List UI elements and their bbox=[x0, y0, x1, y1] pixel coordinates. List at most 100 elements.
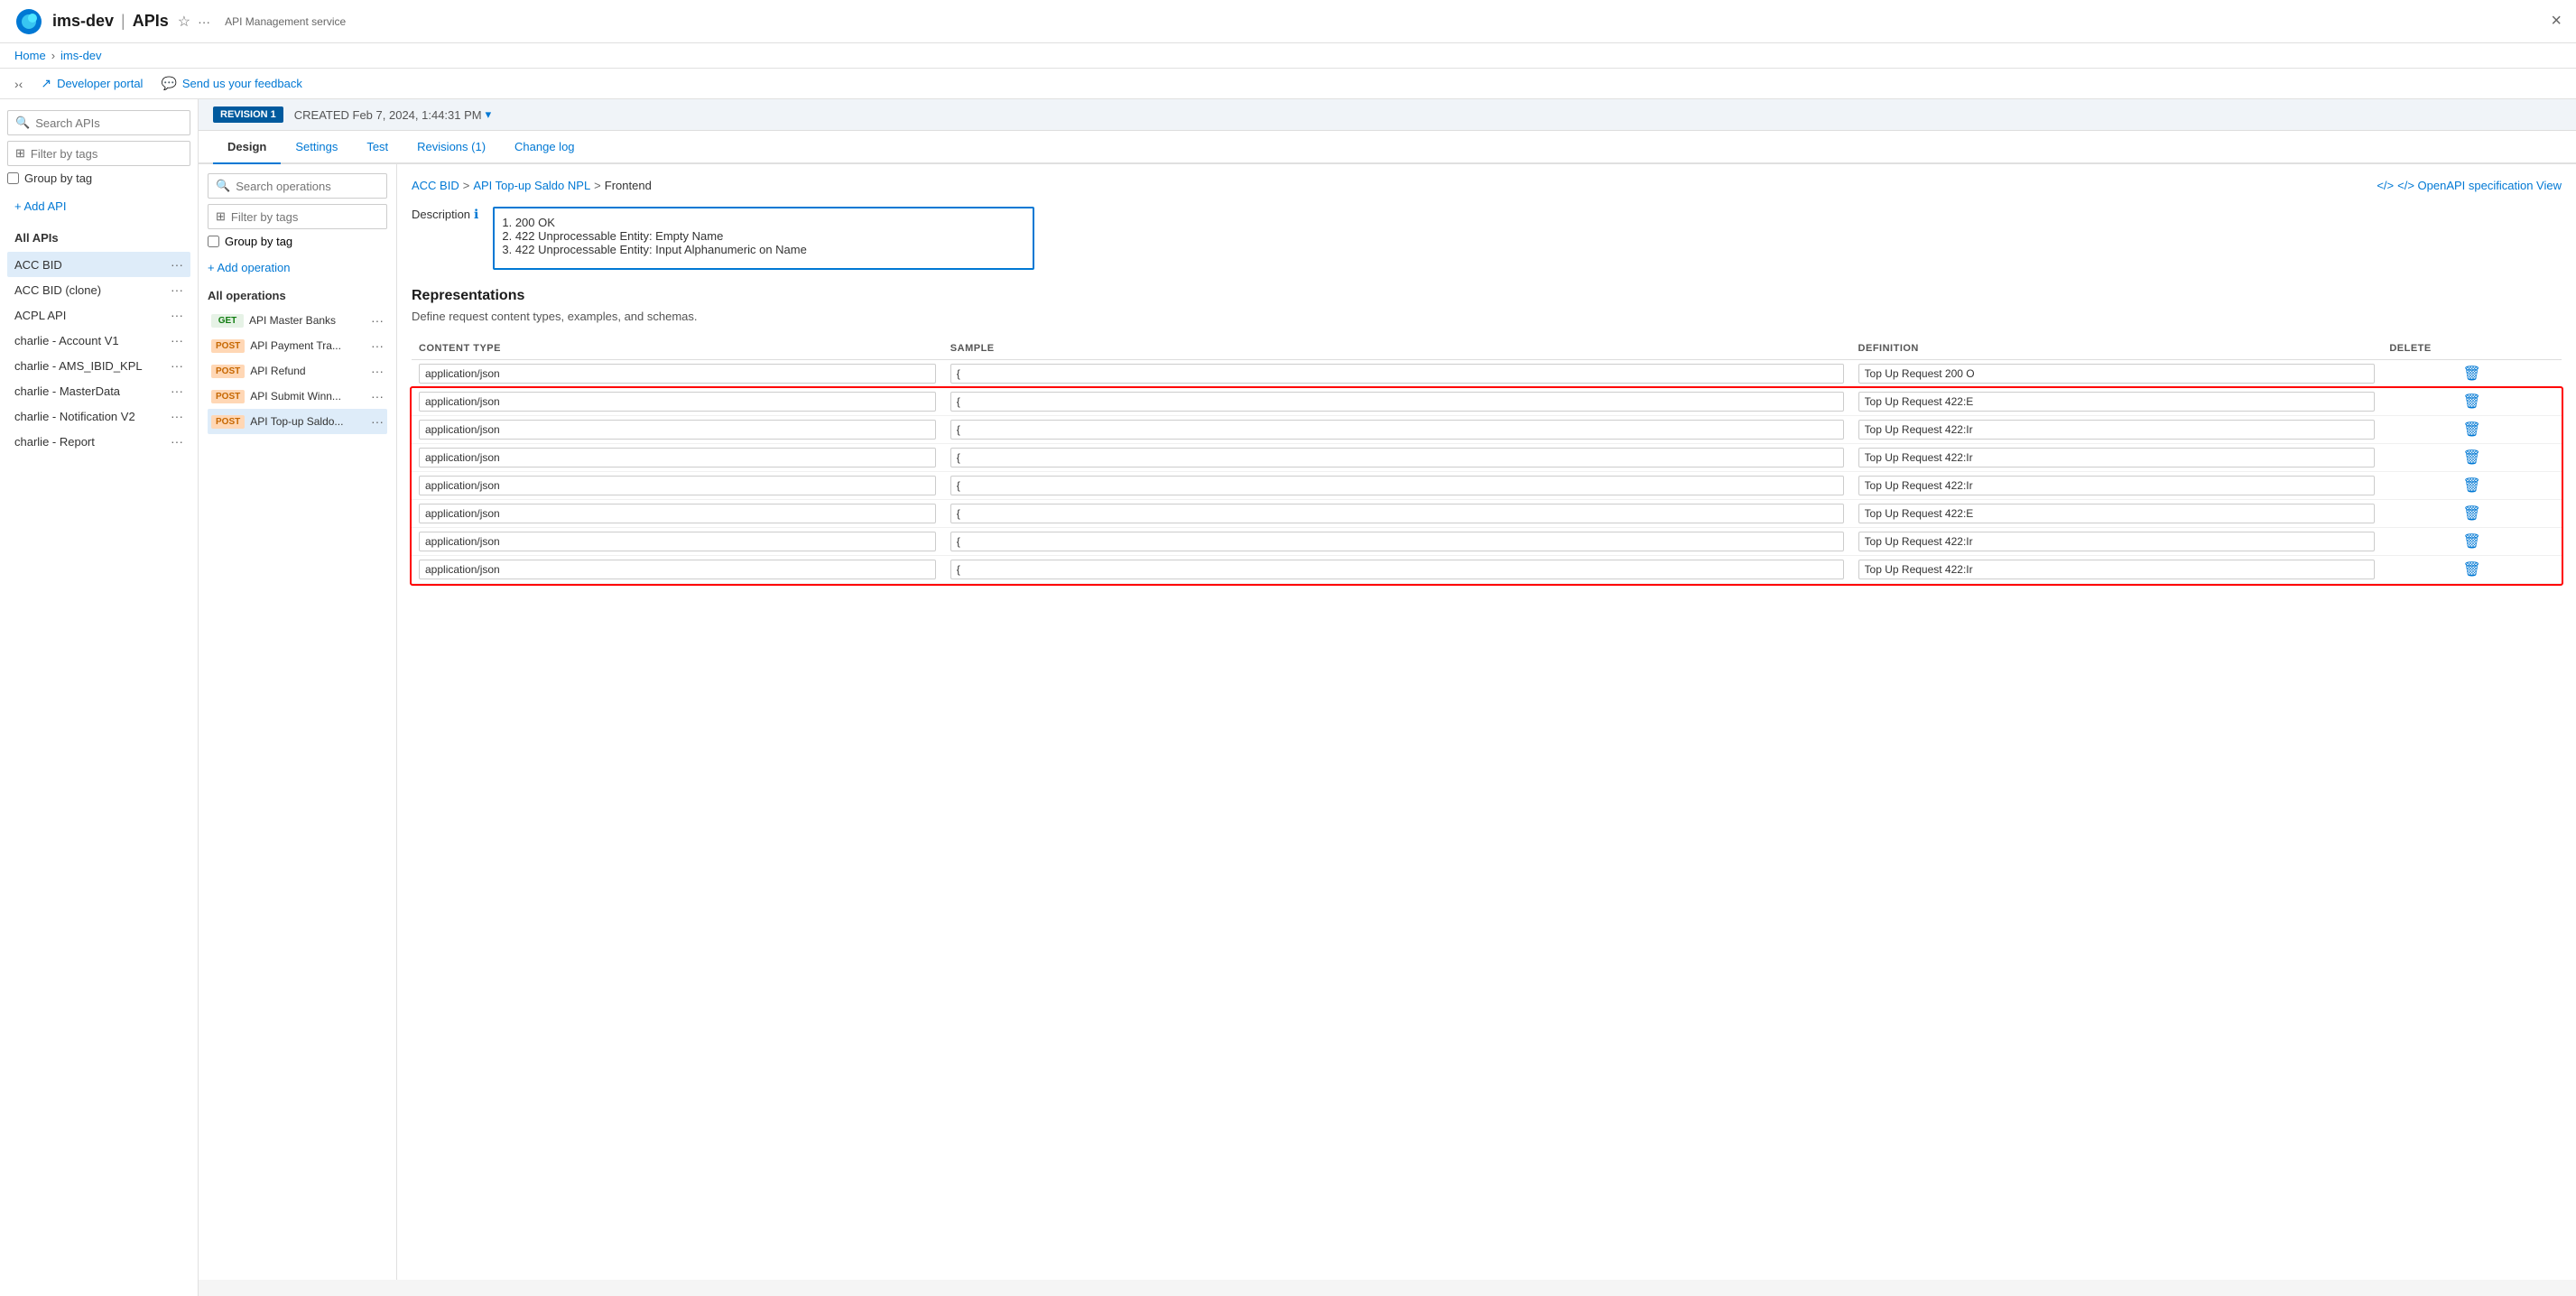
definition-input[interactable] bbox=[1858, 560, 2376, 579]
definition-input[interactable] bbox=[1858, 504, 2376, 523]
cell-content-type[interactable] bbox=[412, 472, 943, 500]
cell-definition[interactable] bbox=[1851, 416, 2383, 444]
cell-definition[interactable] bbox=[1851, 528, 2383, 556]
sidebar-api-item[interactable]: ACC BID (clone) ··· bbox=[7, 277, 190, 302]
cell-content-type[interactable] bbox=[412, 444, 943, 472]
delete-icon[interactable]: 🗑 bbox=[2463, 366, 2481, 382]
cell-content-type[interactable] bbox=[412, 388, 943, 416]
api-more-icon[interactable]: ··· bbox=[171, 434, 183, 449]
cell-sample[interactable] bbox=[943, 528, 1851, 556]
search-ops-box[interactable]: 🔍 bbox=[208, 173, 387, 199]
path-part1[interactable]: ACC BID bbox=[412, 179, 459, 192]
cell-content-type[interactable] bbox=[412, 500, 943, 528]
search-ops-input[interactable] bbox=[236, 180, 379, 193]
op-more-icon[interactable]: ··· bbox=[371, 389, 384, 403]
tab-revisions--1-[interactable]: Revisions (1) bbox=[403, 131, 500, 164]
api-more-icon[interactable]: ··· bbox=[171, 282, 183, 297]
search-apis-box[interactable]: 🔍 bbox=[7, 110, 190, 135]
delete-icon[interactable]: 🗑 bbox=[2463, 478, 2481, 494]
openapi-spec-link[interactable]: </> </> OpenAPI specification View bbox=[2377, 179, 2562, 192]
sidebar-api-item[interactable]: charlie - Notification V2 ··· bbox=[7, 403, 190, 429]
definition-input[interactable] bbox=[1858, 392, 2376, 412]
cell-sample[interactable] bbox=[943, 360, 1851, 388]
cell-definition[interactable] bbox=[1851, 360, 2383, 388]
content-type-input[interactable] bbox=[419, 532, 936, 551]
api-more-icon[interactable]: ··· bbox=[171, 333, 183, 347]
definition-input[interactable] bbox=[1858, 476, 2376, 495]
delete-icon[interactable]: 🗑 bbox=[2463, 450, 2481, 466]
delete-icon[interactable]: 🗑 bbox=[2463, 534, 2481, 550]
tab-settings[interactable]: Settings bbox=[281, 131, 352, 164]
filter-ops-input[interactable] bbox=[231, 210, 379, 224]
definition-input[interactable] bbox=[1858, 420, 2376, 440]
developer-portal-link[interactable]: ↗ Developer portal bbox=[41, 76, 143, 91]
sidebar-collapse-toggle[interactable]: ›‹ bbox=[14, 77, 23, 91]
delete-icon[interactable]: 🗑 bbox=[2463, 394, 2481, 410]
cell-sample[interactable] bbox=[943, 388, 1851, 416]
definition-input[interactable] bbox=[1858, 448, 2376, 467]
revision-dropdown-icon[interactable]: ▾ bbox=[486, 107, 492, 122]
search-apis-input[interactable] bbox=[35, 116, 182, 130]
cell-sample[interactable] bbox=[943, 416, 1851, 444]
content-type-input[interactable] bbox=[419, 504, 936, 523]
filter-tags-box[interactable]: ⊞ bbox=[7, 141, 190, 166]
group-by-tag-checkbox[interactable]: Group by tag bbox=[7, 171, 190, 185]
sample-input[interactable] bbox=[950, 364, 1844, 384]
cell-definition[interactable] bbox=[1851, 500, 2383, 528]
op-more-icon[interactable]: ··· bbox=[371, 313, 384, 328]
cell-sample[interactable] bbox=[943, 472, 1851, 500]
cell-definition[interactable] bbox=[1851, 556, 2383, 584]
content-type-input[interactable] bbox=[419, 476, 936, 495]
sidebar-api-item[interactable]: charlie - MasterData ··· bbox=[7, 378, 190, 403]
sample-input[interactable] bbox=[950, 448, 1844, 467]
cell-content-type[interactable] bbox=[412, 528, 943, 556]
group-by-tag-check[interactable] bbox=[7, 172, 19, 184]
sidebar-api-item[interactable]: charlie - Report ··· bbox=[7, 429, 190, 454]
description-box[interactable]: 1. 200 OK 2. 422 Unprocessable Entity: E… bbox=[493, 207, 1034, 270]
breadcrumb-home[interactable]: Home bbox=[14, 49, 46, 62]
cell-sample[interactable] bbox=[943, 444, 1851, 472]
sample-input[interactable] bbox=[950, 504, 1844, 523]
tab-design[interactable]: Design bbox=[213, 131, 281, 164]
api-more-icon[interactable]: ··· bbox=[171, 409, 183, 423]
content-type-input[interactable] bbox=[419, 560, 936, 579]
content-type-input[interactable] bbox=[419, 420, 936, 440]
content-type-input[interactable] bbox=[419, 392, 936, 412]
delete-icon[interactable]: 🗑 bbox=[2463, 422, 2481, 438]
op-more-icon[interactable]: ··· bbox=[371, 338, 384, 353]
api-more-icon[interactable]: ··· bbox=[171, 308, 183, 322]
ops-group-check[interactable] bbox=[208, 236, 219, 247]
definition-input[interactable] bbox=[1858, 364, 2376, 384]
api-more-icon[interactable]: ··· bbox=[171, 358, 183, 373]
sample-input[interactable] bbox=[950, 420, 1844, 440]
delete-icon[interactable]: 🗑 bbox=[2463, 506, 2481, 522]
sidebar-api-item[interactable]: charlie - AMS_IBID_KPL ··· bbox=[7, 353, 190, 378]
api-more-icon[interactable]: ··· bbox=[171, 384, 183, 398]
cell-sample[interactable] bbox=[943, 500, 1851, 528]
op-item[interactable]: POST API Submit Winn... ··· bbox=[208, 384, 387, 409]
sample-input[interactable] bbox=[950, 392, 1844, 412]
op-more-icon[interactable]: ··· bbox=[371, 414, 384, 429]
cell-sample[interactable] bbox=[943, 556, 1851, 584]
sidebar-api-item[interactable]: ACPL API ··· bbox=[7, 302, 190, 328]
definition-input[interactable] bbox=[1858, 532, 2376, 551]
add-api-button[interactable]: + Add API bbox=[7, 196, 190, 217]
sidebar-api-item[interactable]: charlie - Account V1 ··· bbox=[7, 328, 190, 353]
feedback-link[interactable]: 💬 Send us your feedback bbox=[161, 76, 301, 91]
content-type-input[interactable] bbox=[419, 364, 936, 384]
cell-definition[interactable] bbox=[1851, 444, 2383, 472]
close-button[interactable]: × bbox=[2551, 11, 2562, 32]
more-options[interactable]: ··· bbox=[198, 14, 210, 29]
op-item[interactable]: GET API Master Banks ··· bbox=[208, 308, 387, 333]
add-operation-button[interactable]: + Add operation bbox=[208, 257, 387, 278]
sidebar-api-item[interactable]: ACC BID ··· bbox=[7, 252, 190, 277]
filter-ops-box[interactable]: ⊞ bbox=[208, 204, 387, 229]
op-item[interactable]: POST API Refund ··· bbox=[208, 358, 387, 384]
cell-content-type[interactable] bbox=[412, 416, 943, 444]
delete-icon[interactable]: 🗑 bbox=[2463, 562, 2481, 578]
cell-content-type[interactable] bbox=[412, 556, 943, 584]
op-more-icon[interactable]: ··· bbox=[371, 364, 384, 378]
filter-tags-input[interactable] bbox=[31, 147, 182, 161]
cell-content-type[interactable] bbox=[412, 360, 943, 388]
sample-input[interactable] bbox=[950, 476, 1844, 495]
